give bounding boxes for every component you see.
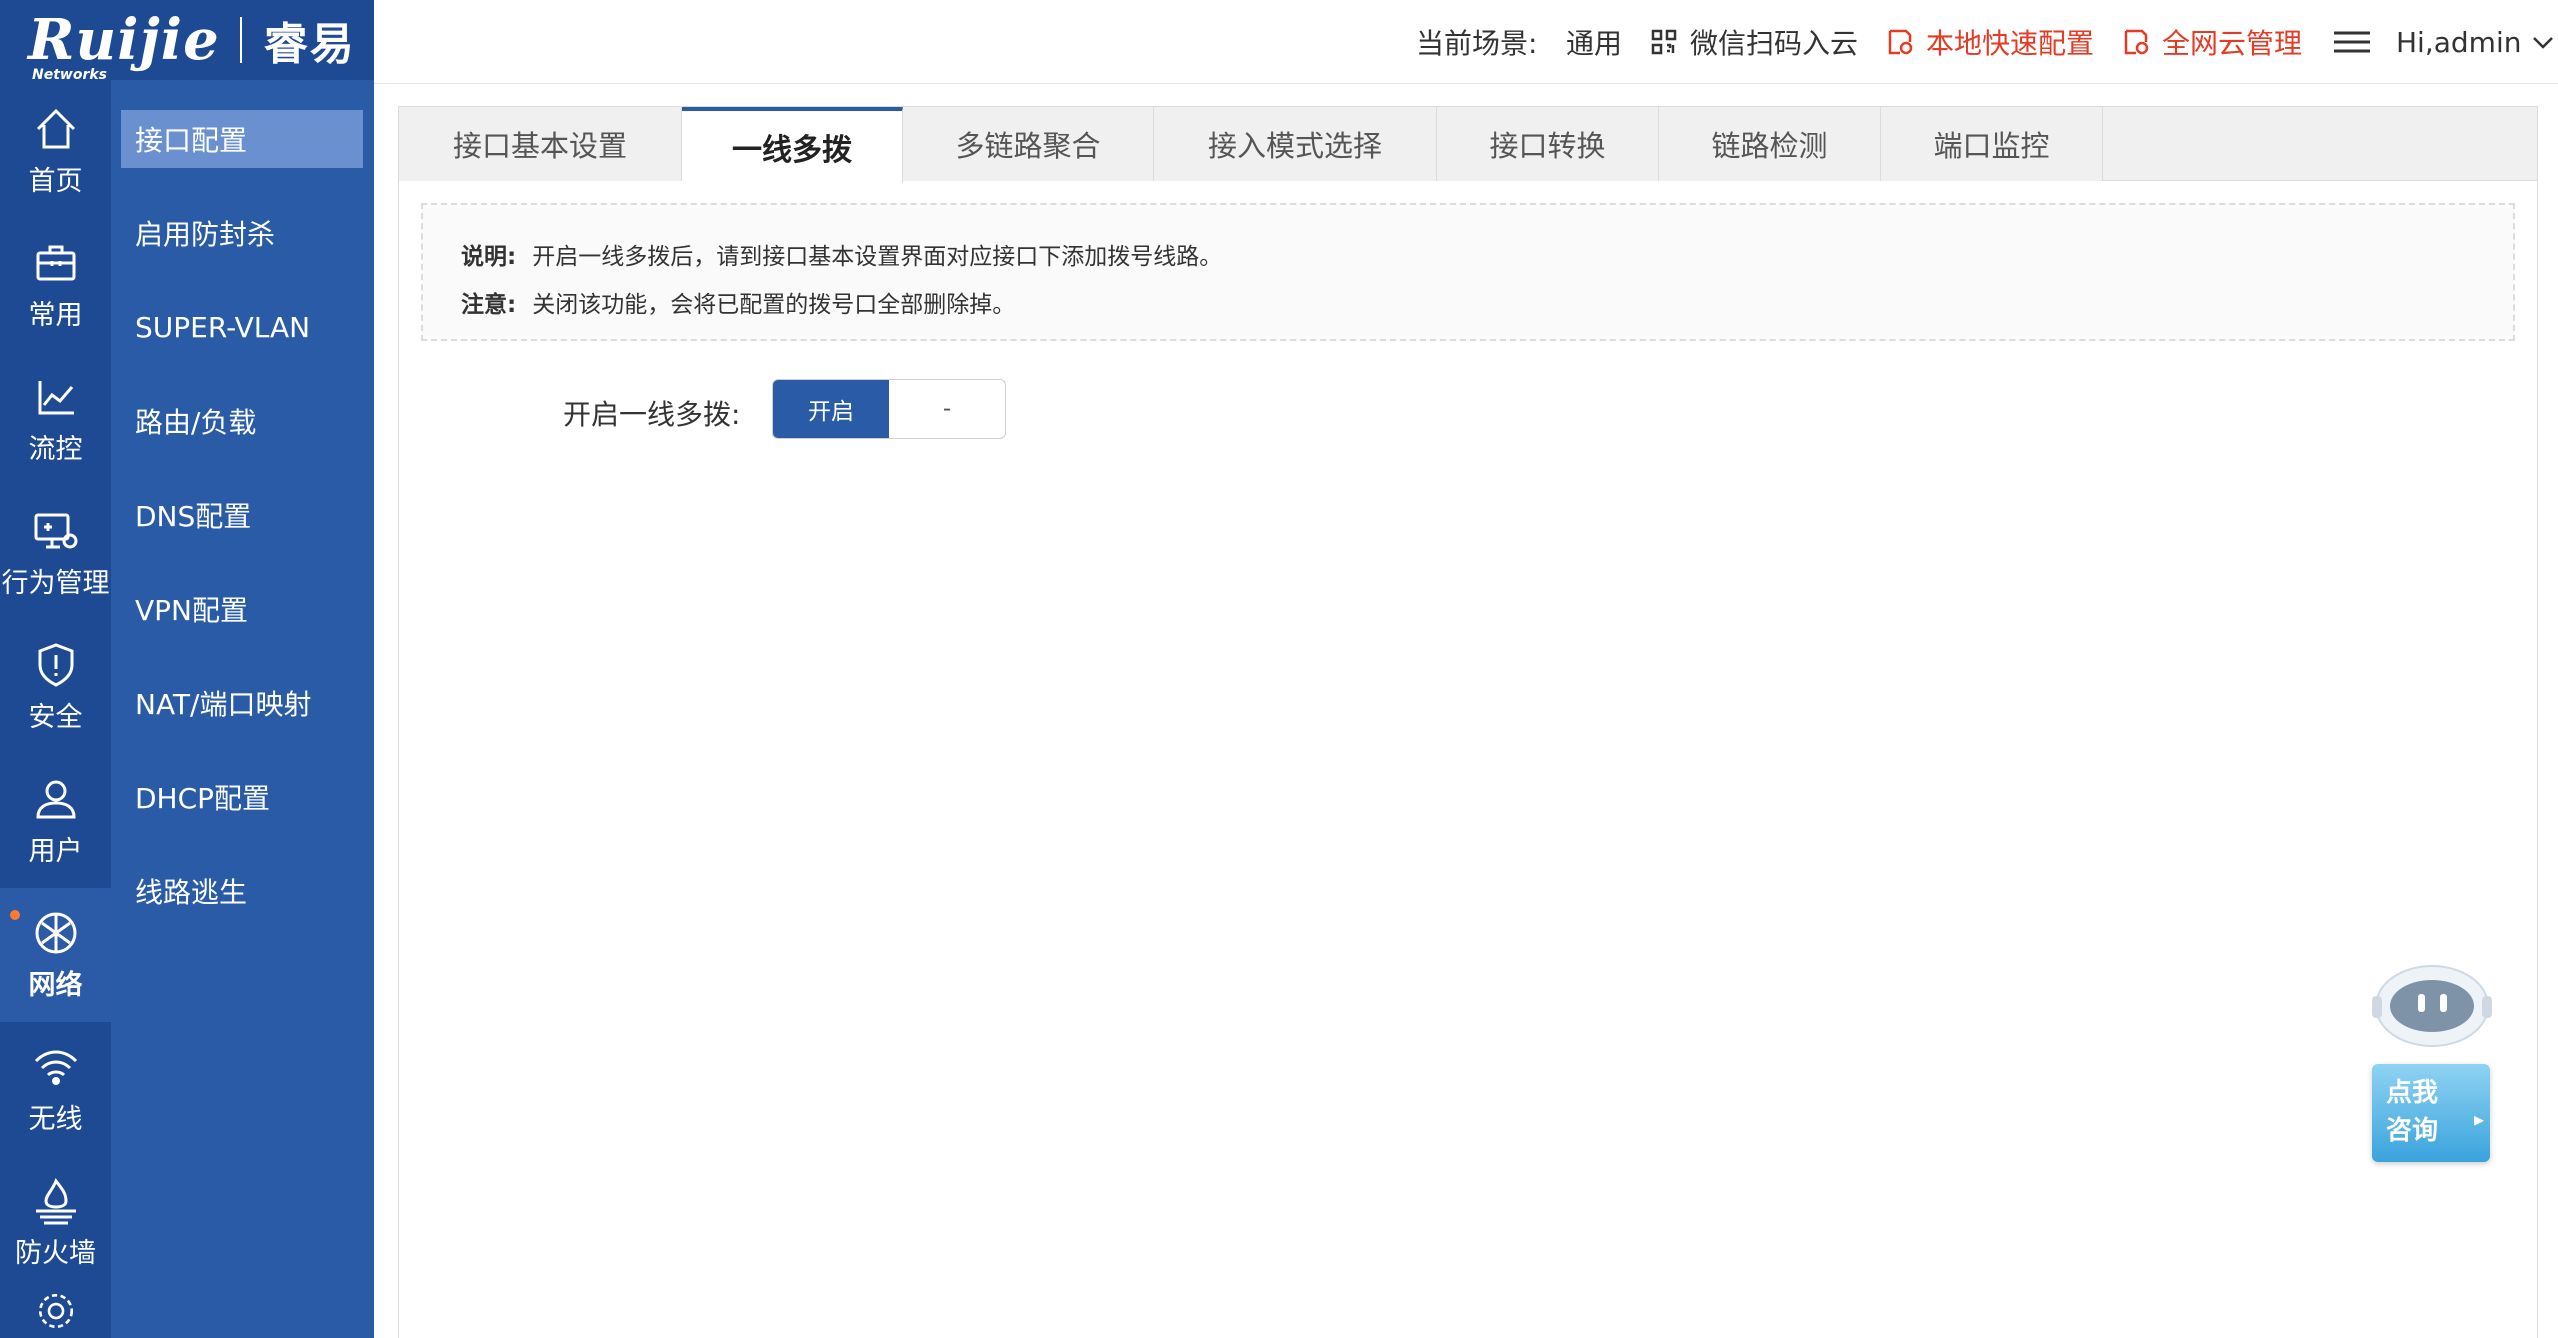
consult-button[interactable]: 点我 咨询 ▸ bbox=[2372, 1064, 2490, 1162]
submenu-item-nat[interactable]: NAT/端口映射 bbox=[121, 674, 363, 732]
notice-box: 说明: 开启一线多拨后，请到接口基本设置界面对应接口下添加拨号线路。 注意: 关闭该… bbox=[421, 203, 2515, 341]
submenu-item-line-escape[interactable]: 线路逃生 bbox=[121, 862, 363, 920]
chevron-right-icon: ▸ bbox=[2473, 1107, 2484, 1131]
notice-warning: 注意: 关闭该功能，会将已配置的拨号口全部删除掉。 bbox=[461, 292, 1016, 318]
rail-item-network[interactable]: 网络 bbox=[0, 888, 111, 1022]
submenu-item-dns[interactable]: DNS配置 bbox=[121, 486, 363, 544]
wifi-icon bbox=[34, 1050, 77, 1085]
rail-item-firewall[interactable]: 防火墙 bbox=[0, 1156, 111, 1290]
brand-cn: 睿易 bbox=[263, 19, 356, 70]
toolbox-icon bbox=[36, 245, 75, 280]
toggle-on-option[interactable]: 开启 bbox=[773, 380, 889, 438]
firewall-icon bbox=[35, 1177, 76, 1224]
rail-item-common[interactable]: 常用 bbox=[0, 218, 111, 352]
cloud-manage-link[interactable]: 全网云管理 bbox=[2122, 0, 2302, 84]
rail-item-settings[interactable] bbox=[0, 1290, 111, 1338]
quick-config-link[interactable]: 本地快速配置 bbox=[1886, 0, 2094, 84]
monitor-gear-icon bbox=[34, 513, 77, 548]
tab-link-detect[interactable]: 链路检测 bbox=[1659, 107, 1881, 181]
menu-button[interactable] bbox=[2332, 0, 2384, 84]
tab-bar: 接口基本设置 一线多拨 多链路聚合 接入模式选择 接口转换 链路检测 端口监控 bbox=[399, 107, 2537, 183]
tab-interface-basic[interactable]: 接口基本设置 bbox=[399, 107, 682, 181]
user-icon bbox=[35, 780, 76, 818]
rail-item-behavior[interactable]: 行为管理 bbox=[0, 486, 111, 620]
rail-item-home[interactable]: 首页 bbox=[0, 84, 111, 218]
rail-item-traffic[interactable]: 流控 bbox=[0, 352, 111, 486]
submenu-item-vpn[interactable]: VPN配置 bbox=[121, 580, 363, 638]
network-submenu: 接口配置 启用防封杀 SUPER-VLAN 路由/负载 DNS配置 VPN配置 … bbox=[111, 80, 374, 1338]
submenu-item-anti-block[interactable]: 启用防封杀 bbox=[121, 204, 363, 262]
home-icon bbox=[36, 108, 75, 148]
cloud-config-icon bbox=[2124, 29, 2149, 55]
submenu-item-super-vlan[interactable]: SUPER-VLAN bbox=[121, 298, 363, 356]
chevron-down-icon bbox=[2533, 37, 2554, 49]
main-panel: 接口基本设置 一线多拨 多链路聚合 接入模式选择 接口转换 链路检测 端口监控 … bbox=[398, 106, 2538, 1338]
submenu-item-dhcp[interactable]: DHCP配置 bbox=[121, 768, 363, 826]
active-dot bbox=[10, 910, 20, 920]
chat-assistant-widget[interactable]: 点我 咨询 ▸ bbox=[2366, 954, 2496, 1166]
scene-label: 当前场景: bbox=[1416, 27, 1538, 60]
submenu-item-routing[interactable]: 路由/负载 bbox=[121, 392, 363, 450]
tab-interface-convert[interactable]: 接口转换 bbox=[1437, 107, 1659, 181]
toggle-off-option[interactable]: - bbox=[889, 380, 1005, 438]
rail-item-security[interactable]: 安全 bbox=[0, 620, 111, 754]
gear-icon bbox=[38, 1293, 73, 1329]
hamburger-icon bbox=[2334, 31, 2370, 53]
rail-item-wireless[interactable]: 无线 bbox=[0, 1022, 111, 1156]
tab-link-aggregation[interactable]: 多链路聚合 bbox=[903, 107, 1154, 181]
tab-multi-dial[interactable]: 一线多拨 bbox=[682, 107, 903, 183]
multi-dial-toggle[interactable]: 开启 - bbox=[772, 379, 1006, 439]
globe-icon bbox=[35, 912, 76, 953]
brand-name: Ruijie Networks bbox=[28, 7, 220, 83]
rail-item-user[interactable]: 用户 bbox=[0, 754, 111, 888]
scene-value[interactable]: 通用 bbox=[1566, 0, 1622, 84]
robot-icon bbox=[2372, 965, 2492, 1047]
user-menu[interactable]: Hi,admin bbox=[2396, 0, 2557, 84]
qr-code-icon bbox=[1651, 29, 1677, 55]
brand-logo[interactable]: Ruijie Networks 睿易 bbox=[0, 0, 374, 83]
tab-port-monitor[interactable]: 端口监控 bbox=[1881, 107, 2103, 181]
submenu-item-interface-config[interactable]: 接口配置 bbox=[121, 110, 363, 168]
wechat-cloud-link[interactable]: 微信扫码入云 bbox=[1650, 0, 1858, 84]
tab-access-mode[interactable]: 接入模式选择 bbox=[1154, 107, 1437, 181]
shield-icon bbox=[38, 642, 73, 687]
top-header: 当前场景: 通用 微信扫码入云 本地快速配置 全网云管理 Hi,admin bbox=[374, 0, 2558, 84]
config-icon bbox=[1888, 29, 1913, 55]
chart-line-icon bbox=[38, 380, 74, 414]
multi-dial-label: 开启一线多拨: bbox=[563, 398, 741, 431]
notice-description: 说明: 开启一线多拨后，请到接口基本设置界面对应接口下添加拨号线路。 bbox=[461, 244, 1223, 270]
